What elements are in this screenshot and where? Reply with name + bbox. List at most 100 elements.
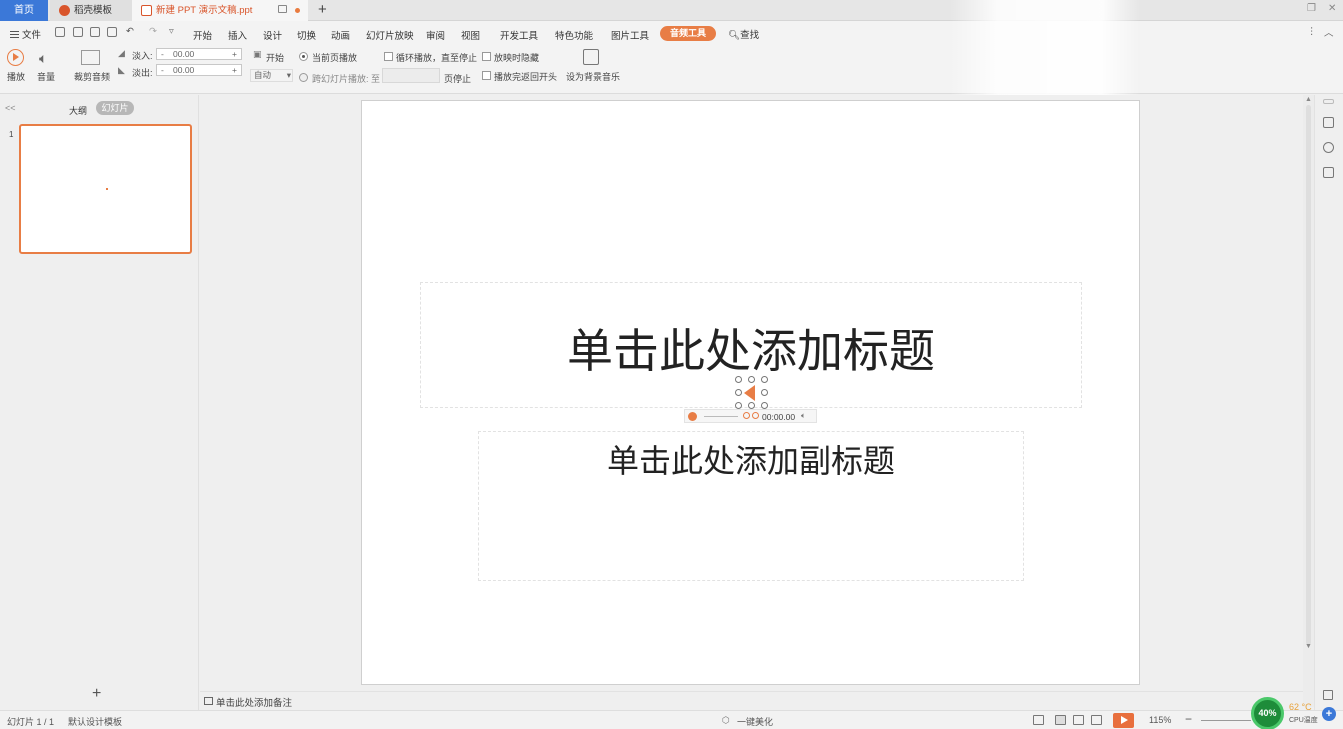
resize-handle[interactable] [748, 376, 755, 383]
properties-icon[interactable] [1323, 117, 1334, 128]
subtitle-placeholder[interactable]: 单击此处添加副标题 [478, 431, 1024, 581]
scrollbar-thumb[interactable] [1306, 105, 1311, 645]
background-music-icon[interactable] [583, 49, 599, 65]
resize-handle[interactable] [735, 402, 742, 409]
scroll-up-icon[interactable]: ▲ [1305, 96, 1312, 103]
audio-time: 00:00.00 [762, 412, 796, 422]
screen-glare [950, 0, 1140, 100]
resize-handle[interactable] [735, 389, 742, 396]
volume-button[interactable]: 🔈︎ [39, 50, 57, 66]
menu-start[interactable]: 开始 [193, 28, 212, 42]
zoom-slider[interactable] [1201, 720, 1251, 721]
tab-template[interactable]: 稻壳模板 [50, 0, 132, 21]
tab-home[interactable]: 首页 [0, 0, 48, 21]
hide-label[interactable]: 放映时隐藏 [494, 51, 539, 64]
zoom-level[interactable]: 115% [1149, 715, 1171, 725]
menu-transition[interactable]: 切换 [297, 28, 316, 42]
export-icon[interactable] [73, 27, 83, 37]
zoom-out-icon[interactable]: − [1185, 712, 1192, 726]
menu-slideshow[interactable]: 幻灯片放映 [366, 28, 414, 42]
reading-view-icon[interactable] [1091, 715, 1102, 725]
tab-slides[interactable]: 幻灯片 [96, 101, 134, 115]
resize-handle[interactable] [748, 402, 755, 409]
star-icon[interactable] [1323, 142, 1334, 153]
trim-audio-label[interactable]: 裁剪音频 [74, 70, 110, 83]
radio-current-page[interactable] [299, 52, 308, 61]
normal-view-icon[interactable] [1055, 715, 1066, 725]
collapse-panel-icon[interactable]: << [5, 103, 16, 113]
menu-design[interactable]: 设计 [263, 28, 282, 42]
undo-icon[interactable]: ↶ [126, 26, 134, 37]
notes-bar[interactable]: 单击此处添加备注 [200, 691, 1303, 710]
fade-in-plus[interactable]: + [232, 49, 237, 59]
rewind-checkbox[interactable] [482, 71, 491, 80]
menu-review[interactable]: 审阅 [426, 28, 445, 42]
audio-forward-icon[interactable] [752, 412, 759, 419]
stop-page-spinner[interactable] [382, 68, 440, 83]
grid-view-icon[interactable] [1323, 690, 1333, 700]
radio-current-page-label[interactable]: 当前页播放 [312, 51, 357, 64]
fade-in-minus[interactable]: - [161, 49, 164, 59]
close-icon[interactable]: ✕ [1328, 3, 1336, 14]
vertical-scrollbar[interactable]: ▲ ▼ [1303, 95, 1314, 707]
notes-toggle-icon[interactable] [1033, 715, 1044, 725]
slideshow-play-button[interactable] [1113, 713, 1134, 728]
loop-label[interactable]: 循环播放，直至停止 [396, 51, 477, 64]
menu-file[interactable]: 文件 [10, 27, 41, 41]
fade-out-spinner[interactable]: - 00.00 + [156, 64, 242, 76]
fade-out-minus[interactable]: - [161, 65, 164, 75]
slide[interactable]: 单击此处添加标题 单击此处添加副标题 00:00.00 🔈︎ [361, 100, 1140, 685]
fade-in-spinner[interactable]: - 00.00 + [156, 48, 242, 60]
loop-checkbox[interactable] [384, 52, 393, 61]
menu-special[interactable]: 特色功能 [555, 28, 593, 42]
search-button[interactable]: 🔍︎查找 [728, 27, 759, 41]
beautify-button[interactable]: 一键美化 [737, 715, 773, 728]
slide-thumbnail[interactable] [19, 124, 192, 254]
audio-play-button[interactable] [688, 412, 697, 421]
redo-icon[interactable]: ↷ [149, 26, 157, 37]
customize-icon[interactable]: ▿ [169, 26, 174, 37]
notes-placeholder[interactable]: 单击此处添加备注 [216, 695, 292, 709]
add-slide-button[interactable]: + [92, 685, 101, 703]
rewind-label[interactable]: 播放完返回开头 [494, 70, 557, 83]
menu-picture-tools[interactable]: 图片工具 [611, 28, 649, 42]
audio-progress-track[interactable] [704, 416, 738, 417]
audio-volume-icon[interactable]: 🔈︎ [801, 411, 806, 421]
restore-icon[interactable]: ❐ [1307, 3, 1316, 14]
set-background-music-label[interactable]: 设为背景音乐 [566, 70, 620, 83]
menu-audio-tools[interactable]: 音频工具 [660, 26, 716, 41]
tab-outline[interactable]: 大纲 [69, 104, 87, 117]
resize-handle[interactable] [735, 376, 742, 383]
trim-audio-icon[interactable] [81, 50, 100, 65]
menu-insert[interactable]: 插入 [228, 28, 247, 42]
play-button[interactable] [7, 49, 24, 66]
print-preview-icon[interactable] [107, 27, 117, 37]
menu-view[interactable]: 视图 [461, 28, 480, 42]
print-icon[interactable] [90, 27, 100, 37]
radio-cross-slides[interactable] [299, 73, 308, 82]
save-icon[interactable] [55, 27, 65, 37]
more-icon[interactable]: ⋮ [1307, 26, 1317, 37]
resize-handle[interactable] [761, 389, 768, 396]
collapse-ribbon-icon[interactable]: ︿ [1324, 25, 1334, 39]
resize-handle[interactable] [761, 376, 768, 383]
scroll-down-icon[interactable]: ▼ [1305, 643, 1312, 650]
sidebar-collapse-icon[interactable] [1323, 99, 1334, 104]
resize-handle[interactable] [761, 402, 768, 409]
search-icon: 🔍︎ [728, 30, 741, 41]
audio-rewind-icon[interactable] [743, 412, 750, 419]
menu-animation[interactable]: 动画 [331, 28, 350, 42]
backup-icon[interactable] [1323, 167, 1334, 178]
audio-object[interactable] [735, 376, 769, 410]
new-tab-button[interactable]: + [318, 1, 327, 19]
design-template[interactable]: 默认设计模板 [68, 715, 122, 728]
fade-out-plus[interactable]: + [232, 65, 237, 75]
monitor-icon[interactable] [278, 5, 287, 13]
cpu-expand-icon[interactable]: + [1322, 707, 1336, 721]
slide-sorter-icon[interactable] [1073, 715, 1084, 725]
menu-developer[interactable]: 开发工具 [500, 28, 538, 42]
cpu-usage-badge[interactable]: 40% [1251, 697, 1284, 729]
start-dropdown[interactable]: 自动 ▾ [250, 69, 293, 82]
hide-checkbox[interactable] [482, 52, 491, 61]
radio-cross-slides-label[interactable]: 跨幻灯片播放: 至 [312, 72, 380, 85]
